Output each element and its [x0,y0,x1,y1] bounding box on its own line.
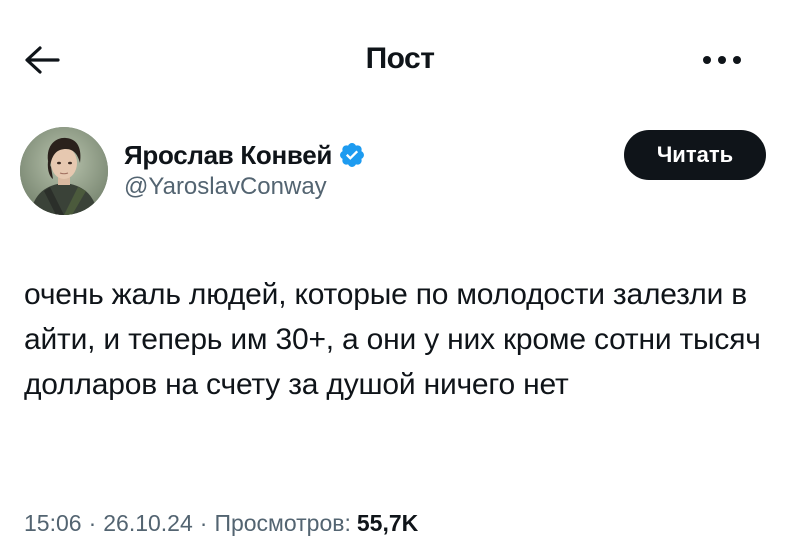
author-info[interactable]: Ярослав Конвей [124,138,366,172]
follow-button[interactable]: Читать [624,130,766,180]
meta-separator: · [88,510,97,536]
tweet-time[interactable]: 15:06 [24,510,82,537]
author-handle[interactable]: @YaroslavConway [124,173,327,201]
meta-separator: · [199,510,208,536]
tweet-date[interactable]: 26.10.24 [103,510,193,537]
more-options-button[interactable] [694,40,750,80]
views-count[interactable]: 55,7K [357,510,418,537]
tweet-text: очень жаль людей, которые по молодости з… [24,278,761,401]
tweet-meta: 15:06 · 26.10.24 · Просмотров: 55,7K [24,510,418,537]
avatar[interactable] [20,127,108,215]
top-bar: Пост [0,0,800,118]
author-name[interactable]: Ярослав Конвей [124,140,332,171]
page-title: Пост [365,42,435,75]
views-label: Просмотров: [214,510,351,536]
more-horizontal-icon [703,56,741,64]
verified-badge-icon [340,143,365,167]
avatar-image [20,127,108,215]
